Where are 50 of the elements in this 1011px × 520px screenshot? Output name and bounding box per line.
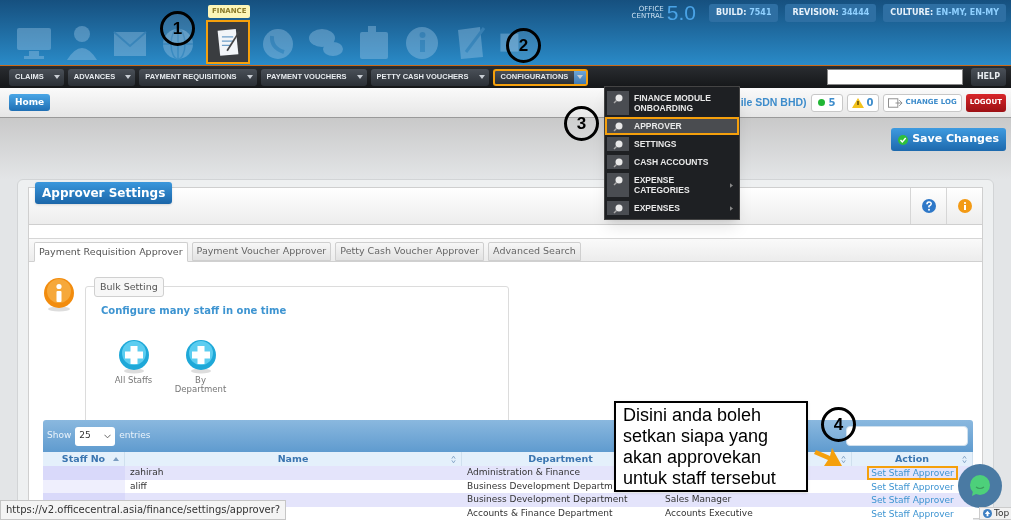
menu-item[interactable]: EXPENSE CATEGORIES	[605, 171, 739, 199]
company-name: ile SDN BHD)	[740, 94, 807, 110]
page-size-select[interactable]: 25	[75, 426, 116, 446]
step-number-marker: 4	[821, 407, 856, 442]
show-label: Show	[47, 429, 72, 443]
add-action-button[interactable]: All Staffs	[111, 340, 156, 394]
version-number: 5.0	[666, 2, 696, 24]
table-cell: Accounts & Finance Department	[467, 507, 613, 518]
set-approver-link[interactable]: Set Staff Approver	[867, 506, 958, 520]
info-badge: CULTURE: EN-MY, EN-MY	[883, 4, 1006, 22]
table-cell: Administration & Finance	[467, 467, 581, 477]
step-number-marker: 3	[564, 106, 599, 141]
column-header[interactable]: Department	[528, 451, 593, 467]
entries-label: entries	[119, 429, 151, 443]
menu-item[interactable]: CASH ACCOUNTS	[605, 153, 739, 171]
callout-note: Disini anda boleh setkan siapa yang akan approvekan untuk staff tersebut	[614, 401, 808, 492]
column-header[interactable]: Name	[277, 451, 309, 467]
set-approver-link[interactable]: Set Staff Approver	[867, 493, 958, 507]
step-number-marker: 2	[506, 28, 541, 63]
menu-item[interactable]: SETTINGS	[605, 135, 739, 153]
section-heading: Configure many staff in one time	[101, 304, 288, 318]
tab[interactable]: Payment Voucher Approver	[191, 242, 332, 261]
panel-title: Approver Settings	[35, 182, 173, 204]
online-status-badge[interactable]: 5	[810, 93, 843, 112]
table-cell: aliff	[130, 480, 147, 491]
info-badge: REVISION: 34444	[785, 4, 877, 22]
save-changes-button[interactable]: Save Changes	[891, 128, 1006, 151]
help-button[interactable]: HELP	[970, 68, 1006, 86]
top-button[interactable]: Top	[979, 507, 1011, 520]
column-header[interactable]: Action	[894, 451, 930, 467]
menu-item[interactable]: APPROVER	[605, 117, 739, 135]
alert-badge[interactable]: 0	[846, 93, 879, 112]
table-cell: zahirah	[130, 467, 164, 477]
menu-item[interactable]: FINANCE MODULE ONBOARDING	[605, 89, 739, 117]
set-approver-link[interactable]: Set Staff Approver	[867, 479, 958, 493]
table-cell: Business Development Departm	[467, 480, 613, 491]
tab[interactable]: Petty Cash Voucher Approver	[335, 242, 485, 261]
home-button[interactable]: Home	[9, 94, 51, 111]
column-header[interactable]: Staff No	[61, 451, 106, 467]
step-number-marker: 1	[160, 11, 195, 46]
fieldset-legend: Bulk Setting	[94, 277, 164, 298]
table-cell: Accounts Executive	[665, 507, 753, 518]
table-cell: Business Development Department	[467, 494, 628, 504]
tab[interactable]: Payment Requisition Approver	[34, 242, 188, 262]
table-cell: Sales Manager	[665, 494, 732, 504]
info-badge: BUILD: 7541	[708, 4, 779, 22]
tab[interactable]: Advanced Search	[488, 242, 581, 261]
set-approver-link[interactable]: Set Staff Approver	[867, 466, 958, 480]
status-url: https://v2.officecentral.asia/finance/settings/approver?	[0, 500, 287, 520]
menu-item[interactable]: EXPENSES	[605, 199, 739, 217]
